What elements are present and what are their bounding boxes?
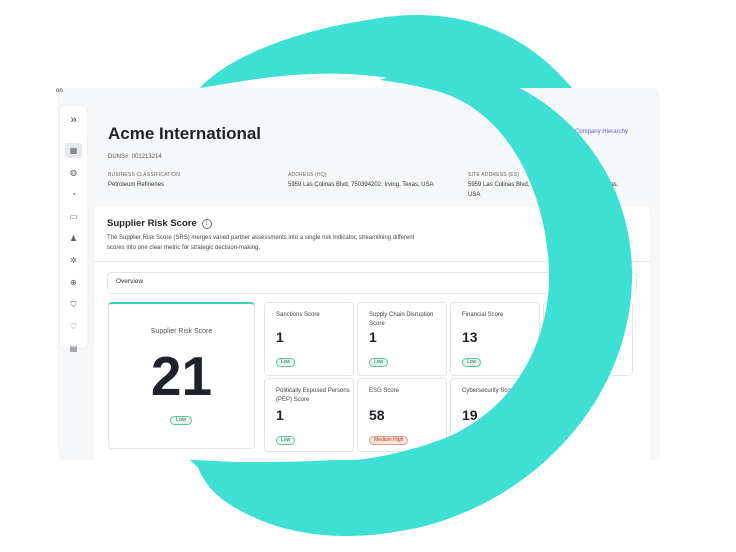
business-classification-label: BUSINESS CLASSIFICATION (108, 172, 181, 178)
main-score-card[interactable]: Supplier Risk Score 21 Low (108, 302, 255, 449)
score-label: Politically Exposed Persons (PEP) Score (276, 388, 350, 403)
sidebar-item-dashboard[interactable]: ▦ (65, 143, 82, 158)
score-badge: Low (462, 358, 482, 367)
score-badge: Medium High (369, 436, 409, 445)
score-label: Financial Score (462, 312, 504, 318)
hierarchy-icon: ▲ (565, 129, 571, 135)
duns-number: DUNS#: 001213214 (108, 154, 162, 160)
score-label: ESG Score (369, 388, 400, 394)
score-tile-sanctions[interactable]: Sanctions Score 1 Low (264, 302, 354, 376)
right-truncated-text: 24 (622, 244, 629, 250)
score-label: Cybersecurity Score (462, 388, 517, 394)
handshake-icon: ♡ (69, 321, 78, 331)
score-value: 13 (462, 329, 478, 345)
main-score-label: Supplier Risk Score (150, 328, 213, 335)
sidebar-item-users[interactable]: ♟ (65, 231, 82, 246)
company-title: Acme International (108, 124, 262, 143)
double-chevron-right-icon[interactable]: » (60, 115, 87, 126)
score-label: Supply Chain Disruption Score (369, 312, 434, 327)
score-tile-esg[interactable]: ESG Score 58 Medium High (357, 378, 447, 452)
info-icon[interactable]: i (201, 218, 212, 229)
tab-overview[interactable]: Overview (116, 278, 143, 285)
address-hq-value: 5959 Las Colinas Blvd, 750394202, Irving… (288, 182, 434, 188)
gear-icon: ✲ (70, 255, 77, 265)
screenshot-stage: on » ▦ ◍ ◔ ▭ ♟ ✲ ⊕ ⛉ ♡ ▤ Acme Internatio… (0, 0, 736, 552)
address-hq-label: ADDRESS (HQ) (288, 172, 327, 178)
score-tile-supply-chain[interactable]: Supply Chain Disruption Score 1 Low (357, 302, 447, 376)
sidebar-item-gauge[interactable]: ◔ (65, 187, 82, 202)
archive-icon: ▤ (69, 343, 78, 353)
company-hierarchy-link[interactable]: ▲ Company Hierarchy (565, 129, 628, 135)
score-tile-pep[interactable]: Politically Exposed Persons (PEP) Score … (264, 378, 354, 452)
score-badge: Low (276, 358, 296, 367)
network-icon: ⊕ (70, 277, 77, 287)
site-address-label: SITE ADDRESS (ES) (468, 172, 520, 178)
supplier-risk-description: The Supplier Risk Score (SRS) merges var… (107, 235, 415, 251)
company-hierarchy-label: Company Hierarchy (574, 129, 628, 135)
sidebar: » ▦ ◍ ◔ ▭ ♟ ✲ ⊕ ⛉ ♡ ▤ (60, 106, 87, 352)
business-classification-value: Petroleum Refineries (108, 182, 165, 188)
score-tile-placeholder (543, 302, 633, 376)
score-badge: Low (462, 436, 482, 445)
app-window: » ▦ ◍ ◔ ▭ ♟ ✲ ⊕ ⛉ ♡ ▤ Acme International (58, 88, 660, 460)
sidebar-item-shield[interactable]: ⛉ (65, 297, 82, 312)
divider (94, 261, 650, 262)
score-badge: Low (369, 358, 389, 367)
score-value: 1 (276, 407, 284, 423)
sidebar-item-archive[interactable]: ▤ (65, 341, 82, 356)
site-address-value-line2: USA (468, 192, 481, 198)
shield-icon: ⛉ (70, 299, 77, 309)
score-value: 1 (276, 329, 284, 345)
sidebar-item-handshake[interactable]: ♡ (65, 319, 82, 334)
supplier-risk-title: Supplier Risk Score i (107, 218, 212, 229)
sidebar-item-globe[interactable]: ◍ (65, 165, 82, 180)
sidebar-item-network[interactable]: ⊕ (65, 275, 82, 290)
score-value: 1 (369, 329, 377, 345)
main-score-badge: Low (170, 416, 193, 425)
tab-bar: Overview (107, 272, 637, 294)
users-icon: ♟ (69, 233, 78, 243)
globe-icon: ◍ (70, 167, 77, 177)
score-tile-financial[interactable]: Financial Score 13 Low (450, 302, 540, 376)
site-address-value: 5959 Las Colinas Blvd, 75 (468, 182, 538, 188)
site-address-value-tail: Texas, (601, 182, 619, 188)
sidebar-item-chat[interactable]: ▭ (65, 209, 82, 224)
score-label: Sanctions Score (276, 312, 320, 318)
score-value: 58 (369, 407, 385, 423)
gauge-icon: ◔ (71, 189, 76, 199)
score-tile-cybersecurity[interactable]: Cybersecurity Score 19 Low (450, 378, 540, 452)
supplier-risk-title-text: Supplier Risk Score (107, 218, 197, 229)
score-badge: Low (276, 436, 296, 445)
score-value: 19 (462, 407, 478, 423)
supplier-risk-card: Supplier Risk Score i The Supplier Risk … (94, 206, 650, 460)
dashboard-icon: ▦ (69, 145, 78, 155)
main-score-value: 21 (150, 345, 213, 407)
corner-text: on (56, 88, 63, 94)
sidebar-item-settings[interactable]: ✲ (65, 253, 82, 268)
chat-icon: ▭ (69, 211, 78, 221)
